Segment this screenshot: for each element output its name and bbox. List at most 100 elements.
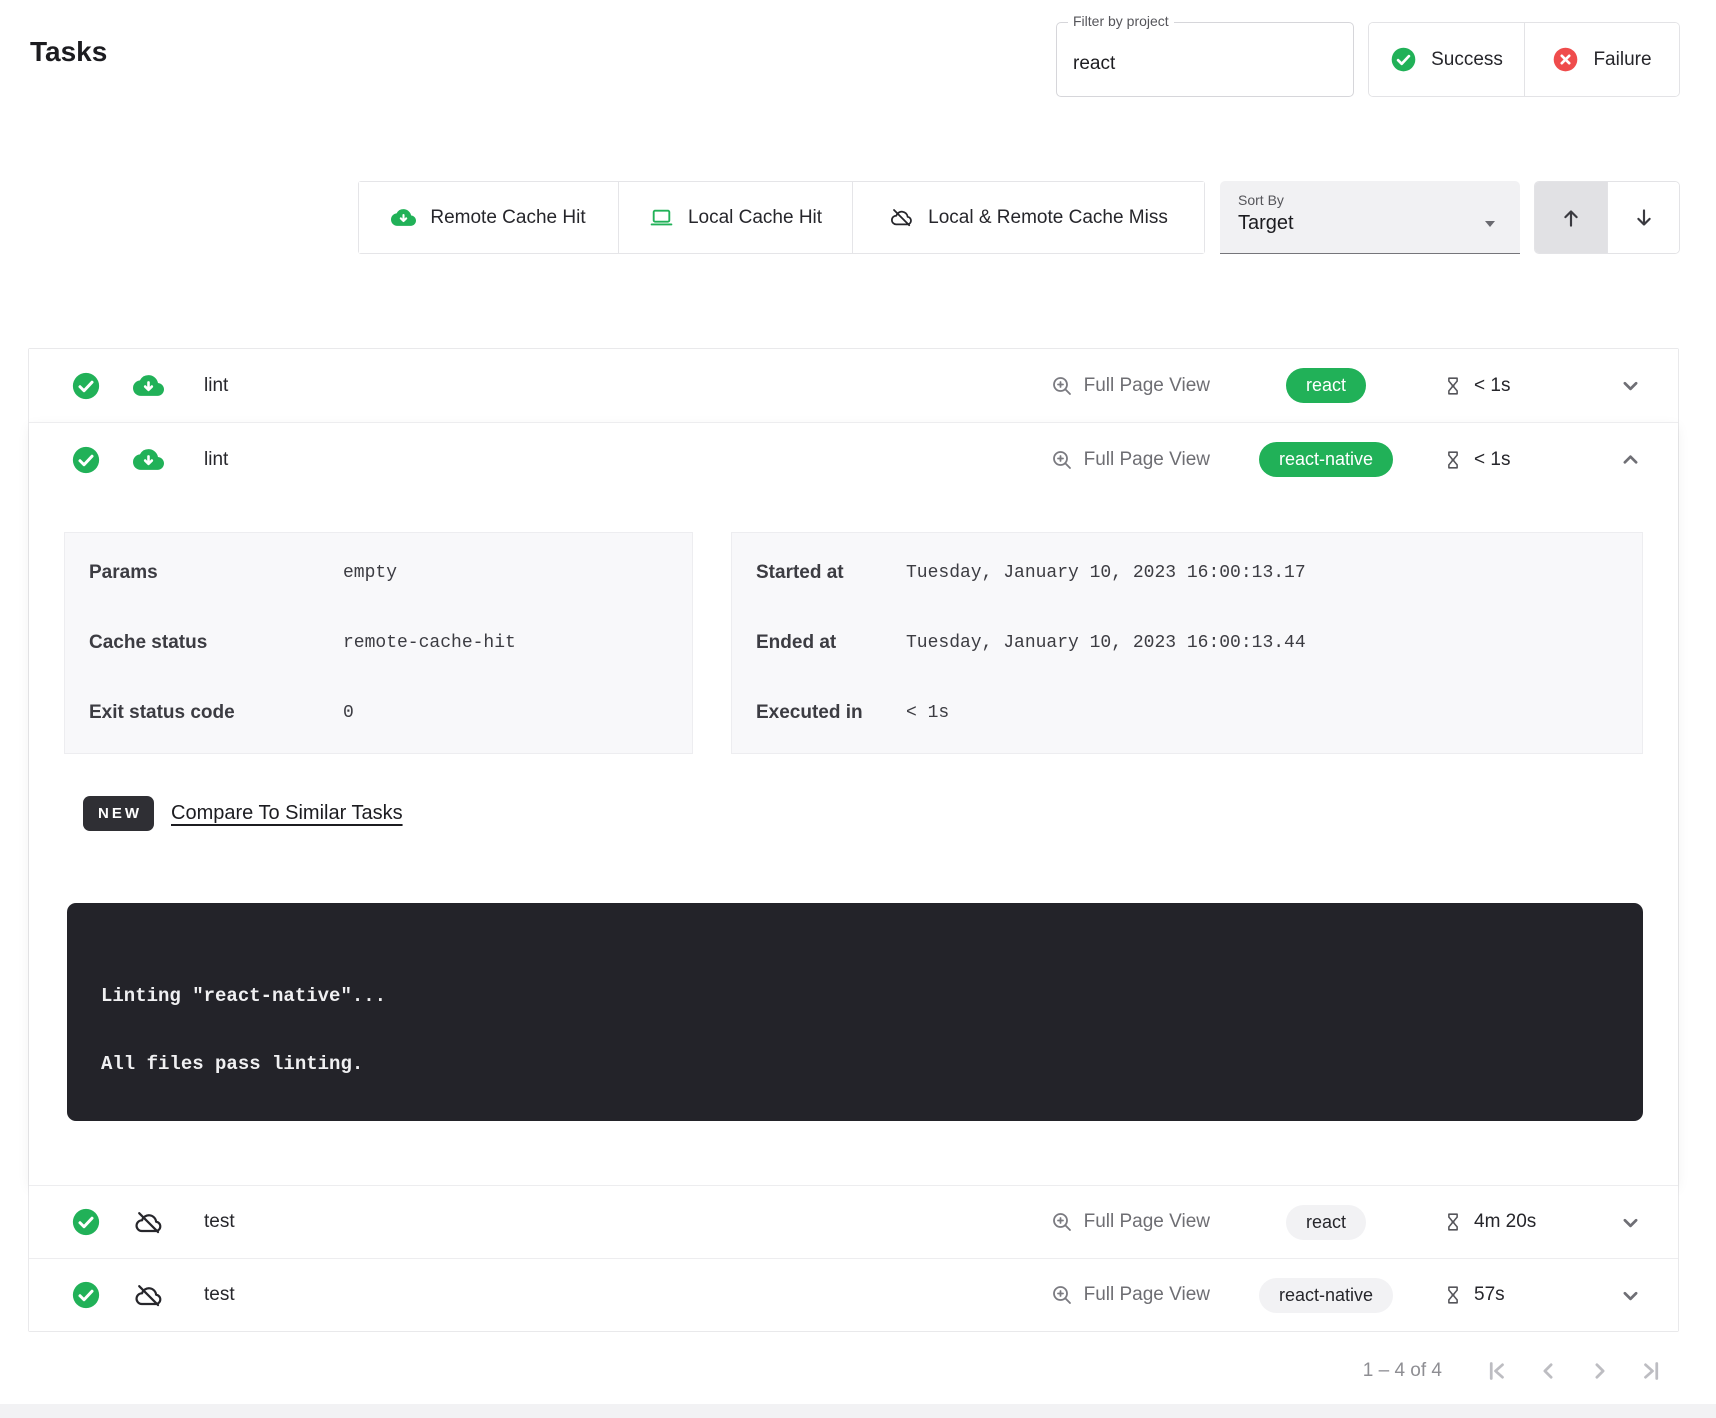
executed-in-label: Executed in: [756, 702, 906, 724]
cloud-off-icon: [133, 1280, 164, 1311]
full-page-view-button[interactable]: Full Page View: [1050, 1283, 1210, 1307]
task-details: Params empty Cache status remote-cache-h…: [29, 496, 1678, 1185]
task-name: lint: [204, 375, 228, 397]
started-at-value: Tuesday, January 10, 2023 16:00:13.17: [906, 563, 1306, 583]
full-page-view-button[interactable]: Full Page View: [1050, 1210, 1210, 1234]
remote-cache-hit-label: Remote Cache Hit: [430, 207, 585, 229]
cloud-download-icon: [133, 444, 164, 475]
exit-code-label: Exit status code: [89, 702, 343, 724]
started-at-label: Started at: [756, 562, 906, 584]
pagination: 1 – 4 of 4: [0, 1342, 1678, 1400]
arrow-down-icon: [1631, 205, 1657, 231]
task-duration: 4m 20s: [1442, 1211, 1582, 1233]
laptop-icon: [649, 205, 674, 230]
project-badge: react-native: [1259, 1278, 1393, 1313]
project-filter-label: Filter by project: [1068, 13, 1174, 29]
sort-by-select[interactable]: Sort By Target: [1220, 181, 1520, 254]
zoom-in-icon: [1050, 448, 1074, 472]
sort-direction-toggle: [1534, 181, 1680, 254]
terminal-line: Linting "react-native"...: [101, 985, 1609, 1007]
failure-filter-label: Failure: [1593, 49, 1651, 71]
page-title: Tasks: [30, 36, 107, 68]
last-page-button[interactable]: [1626, 1345, 1678, 1397]
task-row[interactable]: test Full Page View react 4m 20s: [29, 1185, 1678, 1258]
previous-page-button[interactable]: [1522, 1345, 1574, 1397]
status-success-icon: [71, 1280, 101, 1310]
full-page-view-button[interactable]: Full Page View: [1050, 448, 1210, 472]
status-success-icon: [71, 445, 101, 475]
zoom-in-icon: [1050, 1210, 1074, 1234]
terminal-line: All files pass linting.: [101, 1053, 1609, 1075]
params-panel: Params empty Cache status remote-cache-h…: [64, 532, 693, 754]
cloud-download-icon: [133, 370, 164, 401]
task-duration: < 1s: [1442, 449, 1582, 471]
success-circle-check-icon: [1390, 46, 1417, 73]
full-page-view-button[interactable]: Full Page View: [1050, 374, 1210, 398]
success-filter-label: Success: [1431, 49, 1503, 71]
zoom-in-icon: [1050, 1283, 1074, 1307]
local-cache-hit-filter-button[interactable]: Local Cache Hit: [618, 182, 852, 253]
remote-cache-hit-filter-button[interactable]: Remote Cache Hit: [359, 182, 618, 253]
hourglass-icon: [1442, 1284, 1464, 1306]
cloud-off-icon: [889, 205, 914, 230]
last-page-icon: [1637, 1356, 1667, 1386]
chevron-right-icon: [1585, 1356, 1615, 1386]
duration-text: 4m 20s: [1474, 1211, 1536, 1233]
status-filter-toggle: Success Failure: [1368, 22, 1680, 97]
project-filter-field: Filter by project: [1056, 22, 1354, 97]
failure-circle-x-icon: [1552, 46, 1579, 73]
cache-status-value: remote-cache-hit: [343, 633, 516, 653]
sort-ascending-button[interactable]: [1535, 182, 1607, 253]
expanded-task-panel: lint Full Page View react-native < 1s: [29, 422, 1678, 1185]
task-name: lint: [204, 449, 228, 471]
hourglass-icon: [1442, 1211, 1464, 1233]
cache-miss-filter-button[interactable]: Local & Remote Cache Miss: [852, 182, 1204, 253]
terminal-output: Linting "react-native"... All files pass…: [67, 903, 1643, 1121]
cache-status-label: Cache status: [89, 632, 343, 654]
duration-text: < 1s: [1474, 449, 1510, 471]
success-filter-button[interactable]: Success: [1369, 23, 1524, 96]
sort-descending-button[interactable]: [1607, 182, 1679, 253]
expand-row-button[interactable]: [1617, 1209, 1644, 1236]
collapse-row-button[interactable]: [1617, 446, 1644, 473]
next-page-button[interactable]: [1574, 1345, 1626, 1397]
duration-text: 57s: [1474, 1284, 1505, 1306]
compare-to-similar-tasks-link[interactable]: Compare To Similar Tasks: [171, 802, 403, 825]
chevron-left-icon: [1533, 1356, 1563, 1386]
timing-panel: Started at Tuesday, January 10, 2023 16:…: [731, 532, 1643, 754]
full-page-view-label: Full Page View: [1084, 1284, 1210, 1306]
project-badge: react: [1286, 368, 1366, 403]
sort-by-value: Target: [1238, 212, 1502, 235]
cache-filter-group: Remote Cache Hit Local Cache Hit Local &…: [358, 181, 1205, 254]
expand-row-button[interactable]: [1617, 372, 1644, 399]
hourglass-icon: [1442, 375, 1464, 397]
new-badge: NEW: [83, 796, 154, 831]
full-page-view-label: Full Page View: [1084, 375, 1210, 397]
local-cache-hit-label: Local Cache Hit: [688, 207, 822, 229]
status-success-icon: [71, 371, 101, 401]
cloud-off-icon: [133, 1207, 164, 1238]
full-page-view-label: Full Page View: [1084, 1211, 1210, 1233]
duration-text: < 1s: [1474, 375, 1510, 397]
bottom-strip: [0, 1404, 1716, 1418]
params-value: empty: [343, 563, 397, 583]
project-filter-input[interactable]: [1057, 23, 1353, 96]
chevron-up-icon: [1617, 446, 1644, 473]
ended-at-label: Ended at: [756, 632, 906, 654]
task-duration: 57s: [1442, 1284, 1582, 1306]
status-success-icon: [71, 1207, 101, 1237]
task-row[interactable]: test Full Page View react-native 57s: [29, 1258, 1678, 1331]
failure-filter-button[interactable]: Failure: [1524, 23, 1679, 96]
task-row[interactable]: lint Full Page View react-native < 1s: [29, 423, 1678, 496]
first-page-icon: [1481, 1356, 1511, 1386]
task-name: test: [204, 1284, 235, 1306]
zoom-in-icon: [1050, 374, 1074, 398]
first-page-button[interactable]: [1470, 1345, 1522, 1397]
project-badge: react: [1286, 1205, 1366, 1240]
cache-miss-label: Local & Remote Cache Miss: [928, 207, 1168, 229]
task-duration: < 1s: [1442, 375, 1582, 397]
ended-at-value: Tuesday, January 10, 2023 16:00:13.44: [906, 633, 1306, 653]
task-row[interactable]: lint Full Page View react < 1s: [29, 349, 1678, 422]
project-badge: react-native: [1259, 442, 1393, 477]
expand-row-button[interactable]: [1617, 1282, 1644, 1309]
